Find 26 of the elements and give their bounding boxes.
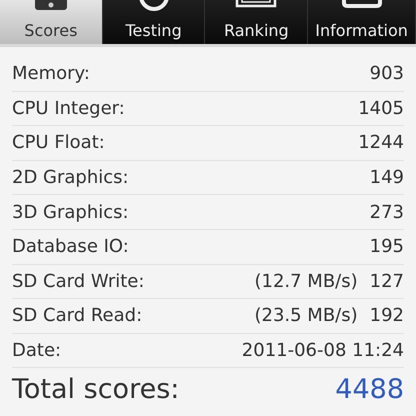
score-label: Date: xyxy=(12,340,62,362)
score-value: 195 xyxy=(370,236,404,258)
tab[interactable]: Ranking xyxy=(205,0,308,44)
score-label: 2D Graphics: xyxy=(12,167,129,188)
total-value: 4488 xyxy=(335,374,404,405)
score-value: 273 xyxy=(370,202,404,223)
tab[interactable]: Testing xyxy=(102,0,206,44)
tab[interactable]: Scores xyxy=(0,0,103,44)
score-value: 903 xyxy=(370,63,404,84)
speed-text: (23.5 MB/s) xyxy=(254,305,358,326)
speed-text: (12.7 MB/s) xyxy=(254,270,358,292)
score-label: SD Card Write: xyxy=(12,270,144,292)
score-label: Database IO: xyxy=(12,236,129,258)
score-value: 1244 xyxy=(358,132,404,154)
score-label: CPU Integer: xyxy=(12,98,125,119)
score-label: 3D Graphics: xyxy=(12,202,129,223)
score-value: 149 xyxy=(370,167,404,188)
score-value: 1405 xyxy=(358,98,404,119)
score-label: CPU Float: xyxy=(12,132,105,154)
score-value: 192 xyxy=(370,305,404,326)
tab[interactable]: Information xyxy=(308,0,416,44)
score-label: Memory: xyxy=(12,63,90,84)
score-label: SD Card Read: xyxy=(12,305,142,326)
score-value: 127 xyxy=(370,270,404,292)
score-value: 2011-06-08 11:24 xyxy=(242,340,404,362)
total-label: Total scores: xyxy=(12,374,180,405)
